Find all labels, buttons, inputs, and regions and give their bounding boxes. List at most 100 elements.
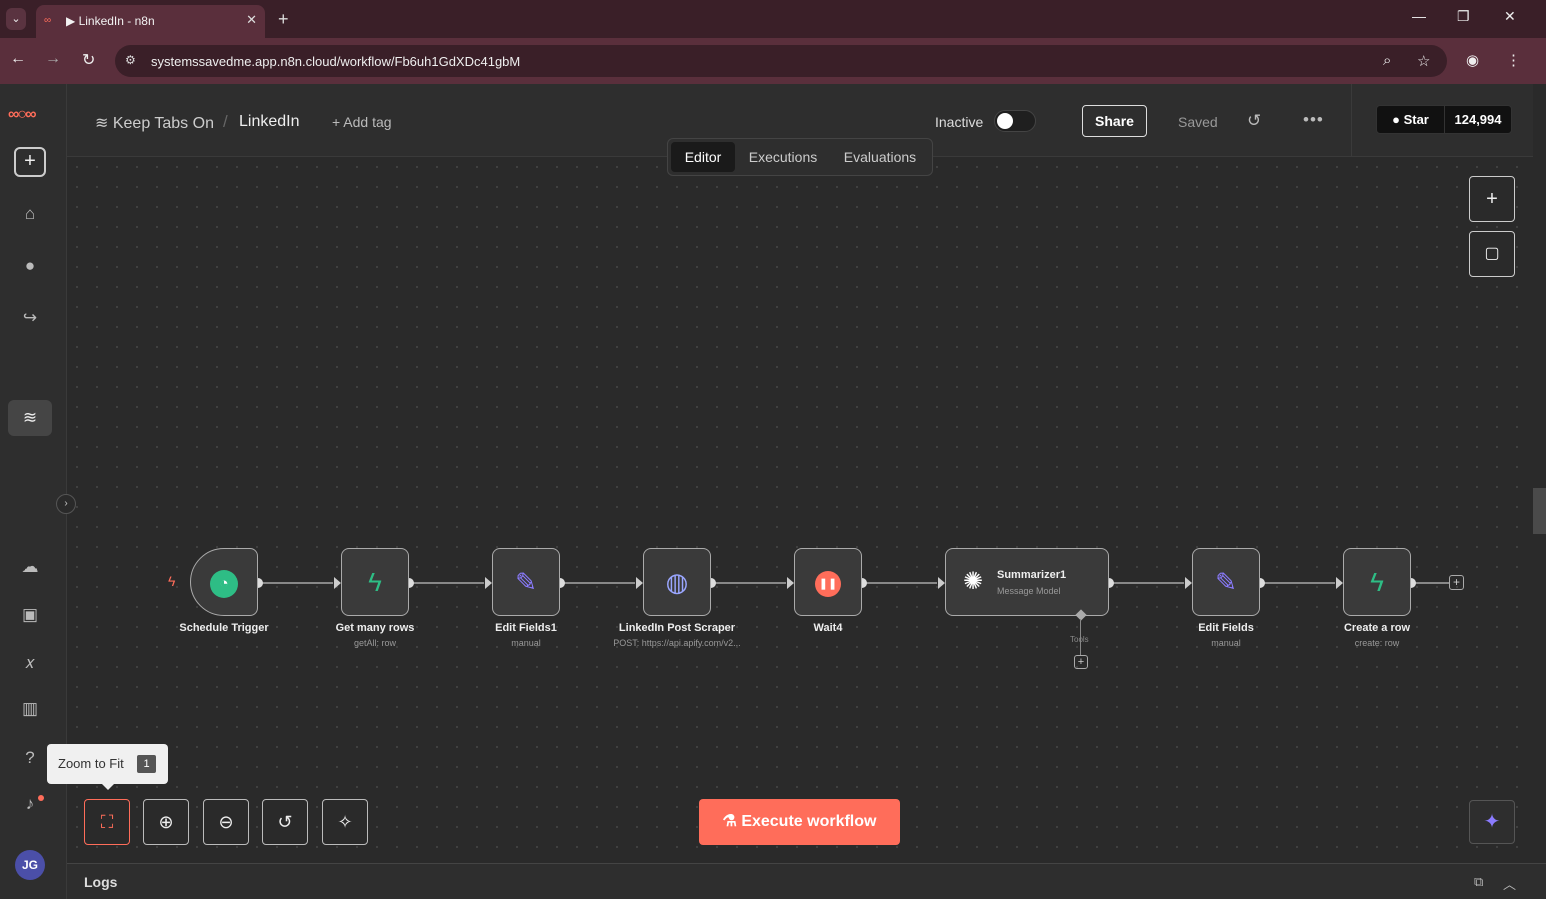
user-icon[interactable]: ● [18, 254, 42, 278]
profile-icon[interactable]: ◉ [1466, 51, 1479, 69]
node-schedule-trigger[interactable]: ◔ [190, 548, 258, 616]
history-icon[interactable]: ↺ [1247, 111, 1261, 131]
node-linkedin-post-scraper[interactable]: ◍ [643, 548, 711, 616]
more-options-icon[interactable]: ••• [1303, 110, 1324, 130]
workflow-canvas[interactable]: + ▢ ϟ + ◔ Schedule Trigger ϟ Get many ro… [67, 157, 1533, 863]
n8n-app: ∞○∞ + ⌂ ● ↪ ≋ ☁ ▣ 𝑥 ▥ ? ♪ JG › ≋ Keep Ta… [0, 84, 1546, 899]
tab-executions[interactable]: Executions [740, 142, 826, 172]
browser-menu-icon[interactable]: ⋮ [1506, 51, 1521, 69]
share-arrow-icon[interactable]: ↪ [18, 306, 42, 330]
connection-line [409, 582, 484, 584]
n8n-favicon-icon: ∞ [44, 15, 52, 26]
n8n-logo-icon[interactable]: ∞○∞ [8, 106, 37, 124]
back-icon[interactable]: ← [10, 50, 26, 68]
zoom-in-button[interactable]: ⊕ [143, 799, 189, 845]
toggle-knob [997, 113, 1013, 129]
input-handle[interactable] [787, 577, 794, 589]
node-edit-fields1[interactable]: ✎ [492, 548, 560, 616]
layers-icon[interactable]: ≋ [8, 400, 52, 436]
connection-line [1109, 582, 1184, 584]
node-subtitle: Message Model [997, 586, 1061, 596]
browser-tab[interactable]: ∞ ▶ LinkedIn - n8n ✕ [36, 5, 265, 38]
clock-icon: ◔ [191, 549, 257, 615]
url-field[interactable]: ⚙ systemssavedme.app.n8n.cloud/workflow/… [115, 45, 1447, 77]
node-create-a-row[interactable]: ϟ [1343, 548, 1411, 616]
new-tab-icon[interactable]: + [278, 9, 289, 30]
connection-line [711, 582, 786, 584]
tab-search-chevron-icon[interactable]: ⌄ [6, 8, 26, 30]
zoom-out-button[interactable]: ⊖ [203, 799, 249, 845]
window-close-icon[interactable]: ✕ [1504, 8, 1516, 25]
minimize-icon[interactable]: — [1412, 8, 1426, 24]
logs-panel[interactable]: Logs ⧉ ︿ [67, 863, 1546, 899]
add-tag-link[interactable]: + Add tag [332, 114, 392, 130]
pop-out-icon[interactable]: ⧉ [1474, 874, 1483, 890]
right-scroll-thumb[interactable] [1533, 488, 1546, 534]
pause-icon: ❚❚ [795, 549, 861, 615]
add-tool-icon[interactable]: + [1074, 655, 1088, 669]
node-label: Edit Fields1 [495, 622, 557, 634]
share-button[interactable]: Share [1082, 105, 1147, 137]
sidebar-add-button[interactable]: + [14, 147, 46, 177]
help-icon[interactable]: ? [18, 746, 42, 770]
node-edit-fields[interactable]: ✎ [1192, 548, 1260, 616]
tab-evaluations[interactable]: Evaluations [832, 142, 928, 172]
reload-icon[interactable]: ↻ [82, 50, 95, 70]
forward-icon[interactable]: → [45, 50, 61, 68]
active-status-label: Inactive [935, 114, 984, 130]
sticky-note-button[interactable]: ▢ [1469, 231, 1515, 277]
cloud-icon[interactable]: ☁ [18, 555, 42, 579]
editor-tabs: Editor Executions Evaluations [667, 138, 933, 176]
input-handle[interactable] [636, 577, 643, 589]
site-info-icon[interactable]: ⚙ [125, 53, 136, 67]
input-handle[interactable] [334, 577, 341, 589]
github-star-button[interactable]: ● Star 124,994 [1376, 105, 1512, 134]
input-handle[interactable] [1336, 577, 1343, 589]
node-subtitle: POST: https://api.apify.com/v2... [613, 638, 741, 648]
reset-zoom-button[interactable]: ↺ [262, 799, 308, 845]
input-handle[interactable] [485, 577, 492, 589]
insights-chart-icon[interactable]: ▥ [18, 697, 42, 721]
github-star-count: 124,994 [1454, 112, 1502, 127]
browser-tab-bar: ⌄ ∞ ▶ LinkedIn - n8n ✕ + — ❐ ✕ [0, 0, 1546, 38]
add-node-button[interactable]: + [1469, 176, 1515, 222]
avatar[interactable]: JG [15, 850, 45, 880]
node-label: Get many rows [335, 622, 415, 634]
tab-title: ▶ LinkedIn - n8n [66, 14, 155, 28]
restore-icon[interactable]: ❐ [1457, 8, 1470, 25]
chevron-up-icon[interactable]: ︿ [1503, 874, 1516, 893]
home-icon[interactable]: ⌂ [18, 202, 42, 226]
active-toggle[interactable] [994, 110, 1036, 132]
input-handle[interactable] [1185, 577, 1192, 589]
zoom-lens-icon[interactable]: ⌕ [1383, 52, 1391, 69]
project-name: Keep Tabs On [112, 115, 214, 132]
variables-icon[interactable]: 𝑥 [18, 651, 42, 675]
close-tab-icon[interactable]: ✕ [246, 12, 257, 28]
github-star-text: Star [1403, 112, 1429, 127]
tidy-up-button[interactable]: ✧ [322, 799, 368, 845]
node-get-many-rows[interactable]: ϟ [341, 548, 409, 616]
zoom-to-fit-button[interactable]: ⛶ [84, 799, 130, 845]
workflow-name[interactable]: LinkedIn [239, 113, 300, 131]
tab-editor[interactable]: Editor [671, 142, 735, 172]
node-label: LinkedIn Post Scraper [618, 622, 736, 634]
input-handle[interactable] [938, 577, 945, 589]
ai-assistant-button[interactable]: ✦ [1469, 800, 1515, 844]
node-summarizer1[interactable]: ✺ Summarizer1 Message Model [945, 548, 1109, 616]
node-subtitle: manual [1211, 638, 1241, 648]
supabase-bolt-icon: ϟ [1370, 567, 1384, 597]
notification-dot [38, 795, 44, 801]
sidebar-expand-icon[interactable]: › [56, 494, 76, 514]
node-wait4[interactable]: ❚❚ [794, 548, 862, 616]
connection-line [862, 582, 937, 584]
box-icon[interactable]: ▣ [18, 603, 42, 627]
breadcrumb-project[interactable]: ≋ Keep Tabs On [95, 113, 214, 133]
address-bar-row: ← → ↻ ⚙ systemssavedme.app.n8n.cloud/wor… [0, 38, 1546, 84]
zoom-to-fit-tooltip: Zoom to Fit 1 [47, 744, 168, 790]
execute-workflow-button[interactable]: ⚗ Execute workflow [699, 799, 900, 845]
github-star-label: ● Star [1377, 106, 1445, 133]
pencil-icon: ✎ [1215, 567, 1237, 597]
node-label: Wait4 [813, 622, 843, 634]
bookmark-star-icon[interactable]: ☆ [1417, 52, 1430, 70]
end-add-node-icon[interactable]: + [1449, 575, 1464, 590]
